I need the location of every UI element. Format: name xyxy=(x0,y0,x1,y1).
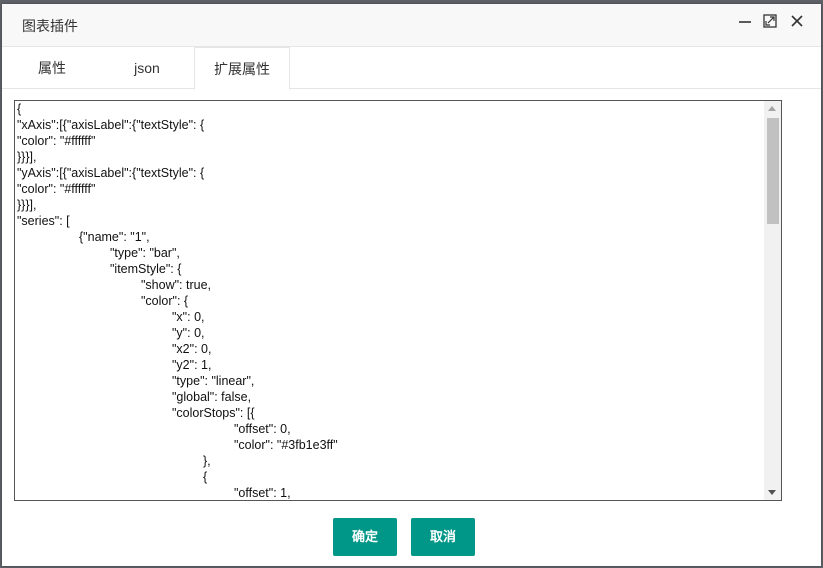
scroll-up-icon[interactable] xyxy=(768,106,776,111)
tab-json[interactable]: json xyxy=(102,47,192,89)
tab-bar: 属性 json 扩展属性 xyxy=(2,47,821,90)
tab-properties[interactable]: 属性 xyxy=(2,47,102,89)
dialog-titlebar: 图表插件 xyxy=(2,4,821,47)
maximize-icon[interactable] xyxy=(760,11,780,31)
minimize-icon[interactable] xyxy=(735,11,755,31)
dialog-title: 图表插件 xyxy=(22,18,78,34)
editor-scrollbar[interactable] xyxy=(764,101,781,500)
scroll-down-icon[interactable] xyxy=(768,490,776,495)
scrollbar-thumb[interactable] xyxy=(767,118,779,224)
json-editor-content[interactable]: { "xAxis":[{"axisLabel":{"textStyle": { … xyxy=(15,101,765,500)
tab-extended-properties[interactable]: 扩展属性 xyxy=(194,47,290,90)
chart-plugin-dialog: 图表插件 属性 json 扩展属性 { "xAxis":[{"axisLabel… xyxy=(2,4,821,566)
cancel-button[interactable]: 取消 xyxy=(411,518,475,556)
json-editor[interactable]: { "xAxis":[{"axisLabel":{"textStyle": { … xyxy=(14,100,782,501)
confirm-button[interactable]: 确定 xyxy=(333,518,397,556)
close-icon[interactable] xyxy=(787,11,807,31)
